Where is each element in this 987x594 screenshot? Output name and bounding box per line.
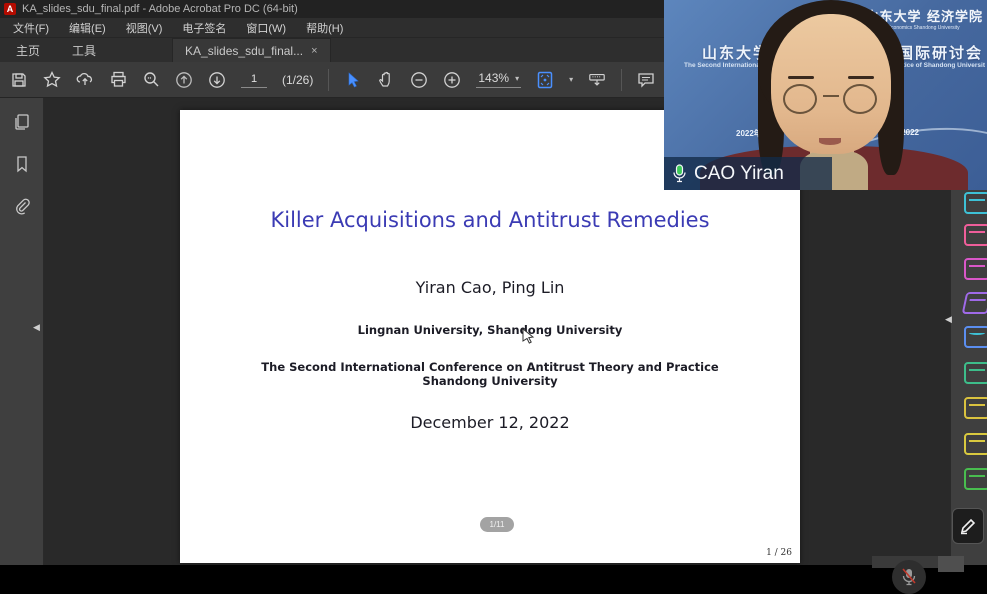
create-pdf-icon[interactable] xyxy=(964,326,987,348)
reading-mode-icon[interactable] xyxy=(588,71,606,89)
hand-tool-icon[interactable] xyxy=(377,71,395,89)
window-title: KA_slides_sdu_final.pdf - Adobe Acrobat … xyxy=(22,3,298,15)
mic-muted-icon xyxy=(900,567,918,587)
close-icon[interactable]: × xyxy=(311,45,317,57)
speaker-glasses-bridge xyxy=(823,95,839,97)
speaker-eyebrow xyxy=(788,76,814,79)
slide-page-pill: 1/11 xyxy=(480,517,514,532)
next-page-icon[interactable] xyxy=(208,71,226,89)
previous-page-icon[interactable] xyxy=(175,71,193,89)
zoom-level-dropdown[interactable]: 143% ▾ xyxy=(476,71,521,88)
zoom-in-icon[interactable] xyxy=(443,71,461,89)
edit-pdf-icon[interactable] xyxy=(962,292,987,314)
cloud-upload-icon[interactable] xyxy=(76,71,94,89)
participant-name: CAO Yiran xyxy=(694,163,784,185)
speaker-face xyxy=(771,14,891,154)
mouse-cursor-icon xyxy=(522,328,535,349)
meeting-toolbar-fragment xyxy=(938,556,964,572)
page-count-label: (1/26) xyxy=(282,73,313,87)
export-pdf-icon[interactable] xyxy=(964,258,987,280)
export-tool-icon[interactable] xyxy=(964,192,987,214)
save-icon[interactable] xyxy=(10,71,28,89)
slide-affiliation: Lingnan University, Shandong University xyxy=(180,323,800,337)
slide-title: Killer Acquisitions and Antitrust Remedi… xyxy=(180,208,800,232)
combine-files-icon[interactable] xyxy=(964,362,987,384)
conference-line2: Shandong University xyxy=(180,375,800,389)
menu-window[interactable]: 窗口(W) xyxy=(237,18,295,38)
collapse-left-pane-icon[interactable]: ◀ xyxy=(33,322,40,333)
request-signatures-icon[interactable] xyxy=(964,397,987,419)
slide-conference: The Second International Conference on A… xyxy=(180,361,800,389)
conference-line1: The Second International Conference on A… xyxy=(180,361,800,375)
organize-pages-icon[interactable] xyxy=(964,224,987,246)
print-icon[interactable] xyxy=(109,71,127,89)
tab-tools-label: 工具 xyxy=(72,42,96,59)
acrobat-window: A KA_slides_sdu_final.pdf - Adobe Acroba… xyxy=(0,0,987,589)
comment-tool-icon[interactable] xyxy=(964,433,987,455)
slide-page-indicator: 1 / 26 xyxy=(766,548,792,558)
stamp-tool-icon[interactable] xyxy=(964,468,987,490)
chevron-down-icon[interactable]: ▾ xyxy=(569,75,573,84)
zoom-out-icon[interactable] xyxy=(410,71,428,89)
page-number-input[interactable] xyxy=(241,72,267,88)
zoom-level-value: 143% xyxy=(478,71,509,85)
tab-document-label: KA_slides_sdu_final... xyxy=(185,44,303,58)
toolbar-divider xyxy=(621,69,622,91)
page-thumbnails-icon[interactable] xyxy=(12,112,32,132)
attachments-icon[interactable] xyxy=(12,196,32,216)
toolbar-divider xyxy=(328,69,329,91)
mic-active-icon xyxy=(672,164,687,183)
tab-document[interactable]: KA_slides_sdu_final... × xyxy=(172,38,331,62)
conference-banner-en-left: The Second International xyxy=(684,62,762,69)
slide-date: December 12, 2022 xyxy=(180,413,800,432)
speaker-glasses xyxy=(783,84,817,114)
tab-home[interactable]: 主页 xyxy=(0,38,56,62)
webcam-video-tile[interactable]: ◉ 山东大学 经济学院 School of Economics Shandong… xyxy=(664,0,987,190)
menu-edit[interactable]: 编辑(E) xyxy=(60,18,115,38)
menu-view[interactable]: 视图(V) xyxy=(117,18,172,38)
participant-name-bar: CAO Yiran xyxy=(664,157,832,190)
star-icon[interactable] xyxy=(43,71,61,89)
bottom-taskbar xyxy=(0,565,987,589)
search-icon[interactable] xyxy=(142,71,160,89)
fill-and-sign-icon[interactable] xyxy=(952,508,984,544)
tab-home-label: 主页 xyxy=(16,42,40,59)
menu-help[interactable]: 帮助(H) xyxy=(297,18,352,38)
menu-file[interactable]: 文件(F) xyxy=(4,18,58,38)
comment-icon[interactable] xyxy=(637,71,655,89)
speaker-mouth xyxy=(819,138,841,145)
slide-authors: Yiran Cao, Ping Lin xyxy=(180,278,800,297)
page-fit-icon[interactable] xyxy=(536,71,554,89)
menu-esign[interactable]: 电子签名 xyxy=(173,18,235,38)
chevron-down-icon: ▾ xyxy=(515,74,519,83)
speaker-eyebrow xyxy=(848,76,874,79)
speaker-glasses xyxy=(843,84,877,114)
collapse-right-pane-icon[interactable]: ◀ xyxy=(945,314,952,325)
select-tool-icon[interactable] xyxy=(344,71,362,89)
bookmarks-icon[interactable] xyxy=(12,154,32,174)
adobe-acrobat-icon: A xyxy=(4,3,16,15)
tab-tools[interactable]: 工具 xyxy=(56,38,112,62)
